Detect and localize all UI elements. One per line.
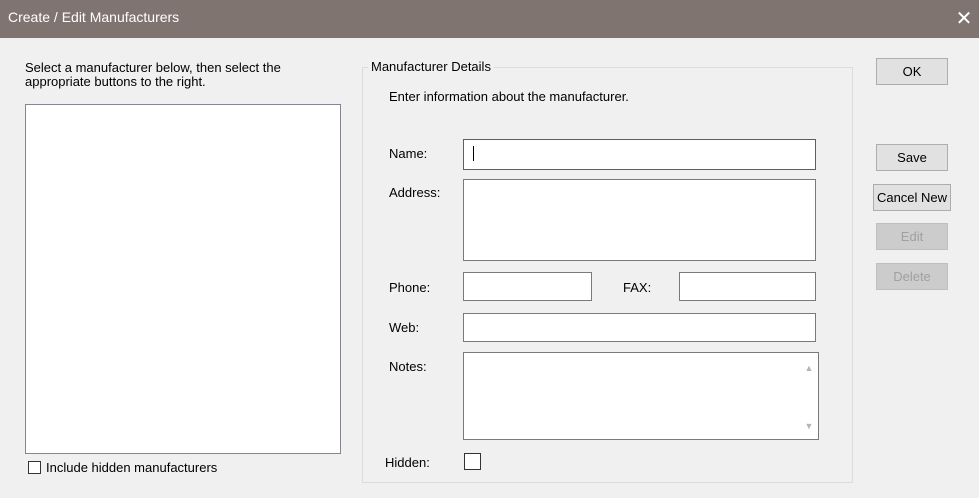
- hidden-checkbox[interactable]: [464, 453, 481, 470]
- list-instruction: Select a manufacturer below, then select…: [25, 60, 281, 89]
- info-text: Enter information about the manufacturer…: [389, 89, 629, 104]
- window-title: Create / Edit Manufacturers: [8, 9, 180, 25]
- manufacturer-list[interactable]: [25, 104, 341, 454]
- chevron-down-icon[interactable]: ▼: [804, 421, 814, 431]
- hidden-label: Hidden:: [385, 455, 430, 470]
- notes-field[interactable]: ▲ ▼: [463, 352, 819, 440]
- edit-button[interactable]: Edit: [876, 223, 948, 250]
- phone-field[interactable]: [463, 272, 592, 301]
- name-label: Name:: [389, 146, 428, 161]
- group-title: Manufacturer Details: [368, 59, 494, 74]
- text-caret: [473, 146, 474, 161]
- include-hidden-checkbox[interactable]: [28, 461, 41, 474]
- fax-label: FAX:: [623, 280, 652, 295]
- address-field[interactable]: [463, 179, 816, 261]
- fax-field[interactable]: [679, 272, 816, 301]
- web-field[interactable]: [463, 313, 816, 342]
- notes-label: Notes:: [389, 359, 427, 374]
- cancel-new-button[interactable]: Cancel New: [873, 184, 951, 211]
- phone-label: Phone:: [389, 280, 431, 295]
- save-button[interactable]: Save: [876, 144, 948, 171]
- title-bar: Create / Edit Manufacturers ✕: [0, 0, 979, 38]
- delete-button[interactable]: Delete: [876, 263, 948, 290]
- create-edit-manufacturers-dialog: Create / Edit Manufacturers ✕ Select a m…: [0, 0, 979, 498]
- ok-button[interactable]: OK: [876, 58, 948, 85]
- close-icon[interactable]: ✕: [949, 0, 979, 38]
- chevron-up-icon[interactable]: ▲: [804, 363, 814, 373]
- address-label: Address:: [389, 185, 441, 200]
- name-field[interactable]: [463, 139, 816, 170]
- web-label: Web:: [389, 320, 420, 335]
- include-hidden-label: Include hidden manufacturers: [46, 460, 218, 475]
